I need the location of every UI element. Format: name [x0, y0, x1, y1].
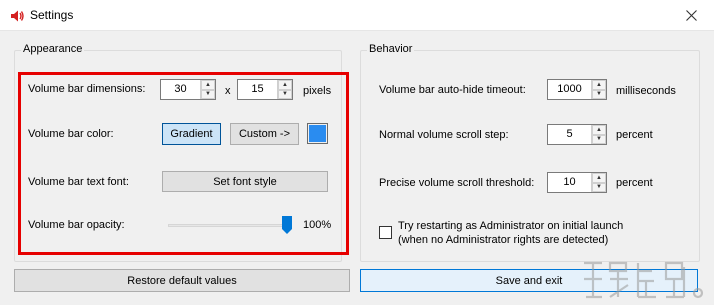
- width-value[interactable]: 30: [161, 80, 200, 99]
- precise-threshold-unit: percent: [616, 177, 653, 189]
- close-button[interactable]: [668, 0, 714, 31]
- spin-down-icon[interactable]: ▼: [278, 89, 292, 99]
- spin-down-icon[interactable]: ▼: [592, 89, 606, 99]
- precise-threshold-value[interactable]: 10: [548, 173, 591, 192]
- autohide-unit: milliseconds: [616, 85, 676, 97]
- color-swatch-fill: [309, 125, 326, 142]
- precise-threshold-spinner[interactable]: 10 ▲ ▼: [547, 172, 607, 193]
- spin-down-icon[interactable]: ▼: [592, 134, 606, 144]
- admin-restart-label-line2: (when no Administrator rights are detect…: [398, 234, 609, 246]
- opacity-slider-thumb[interactable]: [282, 216, 292, 234]
- admin-restart-label-line1: Try restarting as Administrator on initi…: [398, 220, 624, 232]
- color-swatch[interactable]: [307, 123, 328, 144]
- spin-up-icon[interactable]: ▲: [592, 125, 606, 135]
- dimensions-unit: pixels: [303, 85, 332, 97]
- spin-up-icon[interactable]: ▲: [592, 173, 606, 183]
- normal-step-unit: percent: [616, 129, 653, 141]
- height-value[interactable]: 15: [238, 80, 277, 99]
- autohide-spinner[interactable]: 1000 ▲ ▼: [547, 79, 607, 100]
- watermark-logo: [584, 261, 704, 299]
- opacity-label: Volume bar opacity:: [28, 219, 125, 231]
- close-icon: [685, 10, 697, 21]
- set-font-button[interactable]: Set font style: [162, 171, 328, 192]
- appearance-legend: Appearance: [21, 43, 85, 55]
- restore-defaults-button[interactable]: Restore default values: [14, 269, 350, 292]
- normal-step-spinner[interactable]: 5 ▲ ▼: [547, 124, 607, 145]
- spin-up-icon[interactable]: ▲: [592, 80, 606, 90]
- autohide-value[interactable]: 1000: [548, 80, 591, 99]
- height-spinner[interactable]: 15 ▲ ▼: [237, 79, 293, 100]
- normal-step-label: Normal volume scroll step:: [379, 129, 509, 141]
- title-bar: Settings: [0, 0, 714, 31]
- admin-restart-checkbox[interactable]: [379, 226, 392, 239]
- dimensions-separator: x: [225, 85, 231, 97]
- color-label: Volume bar color:: [28, 128, 114, 140]
- custom-color-button[interactable]: Custom ->: [230, 123, 299, 145]
- spin-up-icon[interactable]: ▲: [201, 80, 215, 90]
- spin-down-icon[interactable]: ▼: [592, 182, 606, 192]
- gradient-button[interactable]: Gradient: [162, 123, 221, 145]
- window-title: Settings: [30, 8, 74, 22]
- width-spinner[interactable]: 30 ▲ ▼: [160, 79, 216, 100]
- opacity-slider-track[interactable]: [168, 224, 292, 227]
- opacity-value: 100%: [303, 219, 332, 231]
- spin-down-icon[interactable]: ▼: [201, 89, 215, 99]
- precise-threshold-label: Precise volume scroll threshold:: [379, 177, 535, 189]
- font-label: Volume bar text font:: [28, 176, 129, 188]
- normal-step-value[interactable]: 5: [548, 125, 591, 144]
- dimensions-label: Volume bar dimensions:: [28, 83, 146, 95]
- speaker-icon: [11, 10, 24, 22]
- spin-up-icon[interactable]: ▲: [278, 80, 292, 90]
- autohide-label: Volume bar auto-hide timeout:: [379, 84, 526, 96]
- behavior-legend: Behavior: [367, 43, 415, 55]
